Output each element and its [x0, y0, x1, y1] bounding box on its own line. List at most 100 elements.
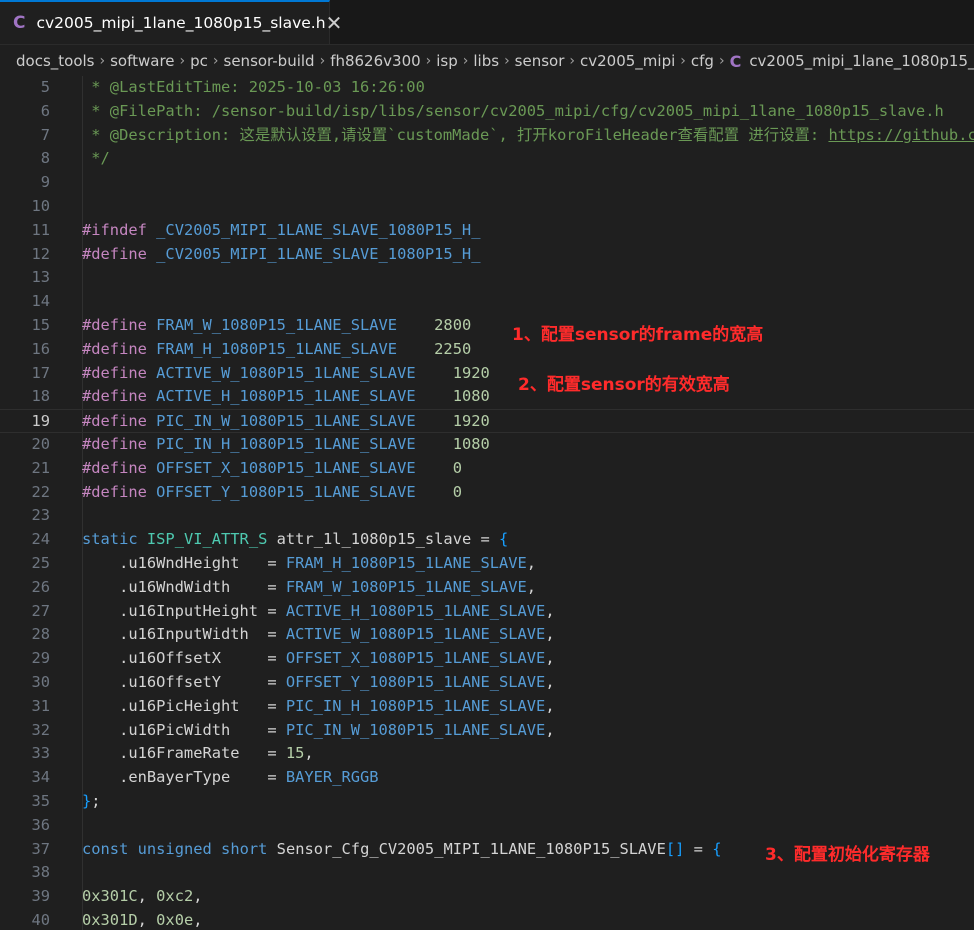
- breadcrumb-item[interactable]: sensor-build: [224, 52, 315, 70]
- code-token: #define: [82, 244, 147, 263]
- close-icon[interactable]: ✕: [326, 13, 343, 33]
- code-line[interactable]: 19 #define PIC_IN_W_1080P15_1LANE_SLAVE 1…: [0, 409, 974, 433]
- line-number: 13: [31, 268, 50, 287]
- code-token: Sensor_Cfg_CV2005_MIPI_1LANE_1080P15_SLA…: [276, 839, 666, 858]
- breadcrumb-item[interactable]: libs: [473, 52, 499, 70]
- code-line[interactable]: 34 .enBayerType = BAYER_RGGB: [0, 766, 974, 790]
- code-line[interactable]: 5 * @LastEditTime: 2025-10-03 16:26:00: [0, 76, 974, 100]
- line-code: #define FRAM_W_1080P15_1LANE_SLAVE 2800: [82, 314, 471, 338]
- code-line[interactable]: 20 #define PIC_IN_H_1080P15_1LANE_SLAVE 1…: [0, 433, 974, 457]
- line-number: 24: [31, 530, 50, 549]
- code-line[interactable]: 17 #define ACTIVE_W_1080P15_1LANE_SLAVE 1…: [0, 362, 974, 386]
- code-line[interactable]: 31 .u16PicHeight = PIC_IN_H_1080P15_1LAN…: [0, 695, 974, 719]
- line-code: #define PIC_IN_W_1080P15_1LANE_SLAVE 192…: [82, 410, 490, 434]
- line-number: 20: [31, 435, 50, 453]
- breadcrumb-file[interactable]: cv2005_mipi_1lane_1080p15_slave.h: [749, 52, 974, 70]
- code-token: ,: [137, 887, 157, 906]
- code-token: OFFSET_X_1080P15_1LANE_SLAVE: [156, 458, 416, 477]
- code-token: ,: [304, 744, 314, 763]
- line-number: 33: [31, 744, 50, 763]
- code-line[interactable]: 25 .u16WndHeight = FRAM_H_1080P15_1LANE_…: [0, 552, 974, 576]
- code-token: FRAM_W_1080P15_1LANE_SLAVE: [285, 577, 527, 596]
- code-line[interactable]: 16 #define FRAM_H_1080P15_1LANE_SLAVE 225…: [0, 338, 974, 362]
- code-line[interactable]: 30 .u16OffsetY = OFFSET_Y_1080P15_1LANE_…: [0, 671, 974, 695]
- code-token: #define: [82, 482, 147, 501]
- code-token: #define: [82, 435, 147, 453]
- code-line[interactable]: 8 */: [0, 147, 974, 171]
- line-number: 36: [31, 815, 50, 834]
- code-token: #define: [82, 458, 147, 477]
- line-number: 16: [31, 339, 50, 358]
- code-line[interactable]: 12 #define _CV2005_MIPI_1LANE_SLAVE_1080P…: [0, 243, 974, 267]
- chevron-right-icon: ›: [212, 53, 219, 69]
- code-token: FRAM_H_1080P15_1LANE_SLAVE: [156, 339, 398, 358]
- annotation-init-registers: 3、配置初始化寄存器: [765, 845, 930, 865]
- breadcrumb-item[interactable]: cfg: [691, 52, 714, 70]
- code-line[interactable]: 6 * @FilePath: /sensor-build/isp/libs/se…: [0, 100, 974, 124]
- code-token: 1920: [452, 363, 490, 382]
- code-token: * @LastEditTime: 2025-10-03 16:26:00: [82, 78, 425, 96]
- code-line[interactable]: 15 #define FRAM_W_1080P15_1LANE_SLAVE 280…: [0, 314, 974, 338]
- breadcrumb-item[interactable]: docs_tools: [16, 52, 94, 70]
- chevron-right-icon: ›: [99, 53, 106, 69]
- code-line[interactable]: 26 .u16WndWidth = FRAM_W_1080P15_1LANE_S…: [0, 576, 974, 600]
- code-line[interactable]: 11 #ifndef _CV2005_MIPI_1LANE_SLAVE_1080P…: [0, 219, 974, 243]
- code-line[interactable]: 7 * @Description: 这是默认设置,请设置`customMade`…: [0, 124, 974, 148]
- code-token: ,: [526, 554, 537, 572]
- code-editor[interactable]: 5 * @LastEditTime: 2025-10-03 16:26:00 6 …: [0, 76, 974, 930]
- code-line[interactable]: 39 0x301C, 0xc2,: [0, 885, 974, 909]
- breadcrumb-item[interactable]: cv2005_mipi: [580, 52, 675, 70]
- breadcrumb-item[interactable]: software: [110, 52, 174, 70]
- line-number: 21: [31, 458, 50, 477]
- code-token: ACTIVE_H_1080P15_1LANE_SLAVE: [156, 387, 416, 406]
- code-token: FRAM_H_1080P15_1LANE_SLAVE: [285, 554, 527, 572]
- breadcrumb-item[interactable]: isp: [436, 52, 458, 70]
- code-line[interactable]: 28 .u16InputWidth = ACTIVE_W_1080P15_1LA…: [0, 623, 974, 647]
- code-line[interactable]: 40 0x301D, 0x0e,: [0, 909, 974, 930]
- code-token: ,: [545, 720, 555, 739]
- line-code: .u16FrameRate = 15,: [82, 742, 314, 766]
- code-token: 0: [452, 458, 462, 477]
- code-line[interactable]: 23: [0, 504, 974, 528]
- code-line[interactable]: 9: [0, 171, 974, 195]
- code-line[interactable]: 36: [0, 814, 974, 838]
- line-code: 0x301D, 0x0e,: [82, 909, 203, 930]
- line-code: #define FRAM_H_1080P15_1LANE_SLAVE 2250: [82, 338, 471, 362]
- breadcrumb-item[interactable]: pc: [190, 52, 208, 70]
- line-code: #define ACTIVE_H_1080P15_1LANE_SLAVE 108…: [82, 385, 490, 409]
- code-token: * @Description: 这是默认设置,请设置`customMade`, …: [82, 125, 829, 144]
- code-line[interactable]: 22 #define OFFSET_Y_1080P15_1LANE_SLAVE 0: [0, 481, 974, 505]
- code-token: PIC_IN_W_1080P15_1LANE_SLAVE: [156, 412, 416, 431]
- editor-tab[interactable]: C cv2005_mipi_1lane_1080p15_slave.h ✕: [0, 0, 342, 44]
- code-line[interactable]: 14: [0, 290, 974, 314]
- code-token: PIC_IN_H_1080P15_1LANE_SLAVE: [285, 696, 546, 715]
- line-number: 17: [31, 363, 50, 382]
- code-token: https://github.com/OBKoro1/koro1FileHead…: [828, 125, 974, 144]
- code-line[interactable]: 27 .u16InputHeight = ACTIVE_H_1080P15_1L…: [0, 600, 974, 624]
- code-line[interactable]: 18 #define ACTIVE_H_1080P15_1LANE_SLAVE 1…: [0, 385, 974, 409]
- code-line[interactable]: 33 .u16FrameRate = 15,: [0, 742, 974, 766]
- code-line[interactable]: 13: [0, 266, 974, 290]
- code-token: 0xc2: [156, 887, 194, 906]
- line-number: 14: [31, 292, 50, 311]
- code-token: 2250: [434, 339, 472, 358]
- code-line[interactable]: 10: [0, 195, 974, 219]
- code-line[interactable]: 32 .u16PicWidth = PIC_IN_W_1080P15_1LANE…: [0, 719, 974, 743]
- code-token: ,: [137, 911, 157, 929]
- code-line[interactable]: 35};: [0, 790, 974, 814]
- line-number: 9: [40, 173, 50, 192]
- line-code: #define OFFSET_X_1080P15_1LANE_SLAVE 0: [82, 457, 462, 481]
- code-line[interactable]: 21 #define OFFSET_X_1080P15_1LANE_SLAVE 0: [0, 457, 974, 481]
- code-line[interactable]: 24 static ISP_VI_ATTR_S attr_1l_1080p15_s…: [0, 528, 974, 552]
- code-token: {: [499, 530, 509, 549]
- breadcrumb-item[interactable]: sensor: [515, 52, 565, 70]
- breadcrumb-item[interactable]: fh8626v300: [330, 52, 420, 70]
- code-line[interactable]: 29 .u16OffsetX = OFFSET_X_1080P15_1LANE_…: [0, 647, 974, 671]
